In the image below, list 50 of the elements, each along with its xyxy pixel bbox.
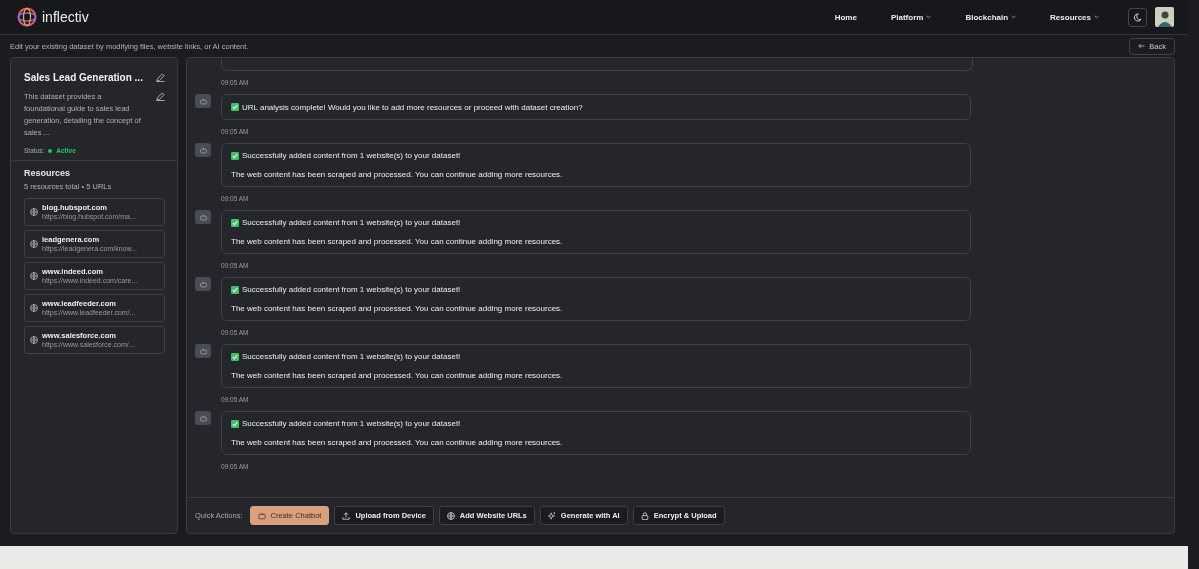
user-silhouette-icon [1155,9,1174,27]
resources-heading: Resources [24,168,72,178]
message-title: Successfully added content from 1 website(s) to your dataset! [242,218,461,227]
message-body: The web content has been scraped and processed. You can continue adding more resources. [231,371,564,380]
theme-toggle-button[interactable] [1128,7,1147,27]
bot-icon [199,347,207,355]
message-body: The web content has been scraped and processed. You can continue adding more resources. [231,237,564,246]
edit-pencil-icon[interactable] [156,92,165,101]
globe-icon [30,336,38,344]
checkbox-tick-icon [231,285,239,294]
message-body: The web content has been scraped and processed. You can continue adding more resources. [231,438,564,447]
nav-link[interactable]: Platform [890,12,932,22]
globe-icon [30,208,38,216]
nav-link[interactable]: Resources [1050,12,1099,22]
chevron-down-icon [926,15,932,19]
logo-text[interactable]: inflectiv [42,9,89,25]
bot-icon [199,414,207,422]
nav-link[interactable]: Blockchain [965,12,1017,22]
message-body: The web content has been scraped and processed. You can continue adding more resources. [231,304,564,313]
globe-icon [30,304,38,312]
message-title: Successfully added content from 1 website(s) to your dataset! [242,352,461,361]
globe-icon [446,511,455,520]
moon-icon [1133,12,1142,22]
bot-icon [199,213,207,221]
chevron-down-icon [1094,15,1099,19]
arrow-left-icon [1138,43,1146,49]
dataset-title: Sales Lead Generation ... [24,72,143,83]
checkbox-tick-icon [231,218,239,227]
chevron-down-icon [1011,15,1017,19]
globe-icon [30,272,38,280]
checkbox-tick-icon [231,352,239,361]
globe-icon [30,240,38,248]
sparkle-icon [547,511,556,520]
nav-link[interactable]: Home [834,12,857,22]
bot-icon [257,511,266,520]
message-title: Successfully added content from 1 website(s) to your dataset! [242,151,461,160]
lock-icon [640,511,649,520]
checkbox-tick-icon [231,151,239,160]
bot-icon [199,280,207,288]
message-title: URL analysis complete! Would you like to add more resources or proceed with dataset creation? [242,102,583,112]
avatar[interactable] [1155,7,1174,27]
checkbox-tick-icon [231,419,239,428]
bot-icon [199,97,207,105]
upload-icon [342,511,351,520]
message-body: The web content has been scraped and processed. You can continue adding more resources. [231,170,564,179]
message-title: Successfully added content from 1 website(s) to your dataset! [242,419,461,428]
message-title: Successfully added content from 1 website(s) to your dataset! [242,285,461,294]
bot-icon [199,146,207,154]
edit-pencil-icon[interactable] [156,73,165,82]
checkbox-tick-icon [231,103,239,111]
